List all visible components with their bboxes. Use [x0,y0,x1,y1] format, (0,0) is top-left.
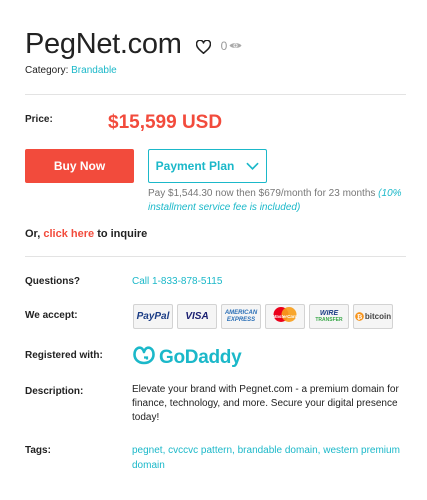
payment-plan-button[interactable]: Payment Plan [148,149,267,183]
questions-label: Questions? [25,276,81,287]
visa-text: VISA [185,311,209,322]
phone-link[interactable]: Call 1-833-878-5115 [132,276,222,287]
buy-now-button[interactable]: Buy Now [25,149,134,183]
svg-text:₿: ₿ [357,312,363,320]
inquire-link[interactable]: click here [43,228,94,240]
inquire-suffix: to inquire [97,228,148,240]
inquire-prefix: Or, [25,228,41,240]
godaddy-logo-icon [132,345,156,370]
view-count: 0 [221,39,243,53]
mastercard-text: MasterCard [272,314,298,319]
paypal-logo: PayPal [133,304,173,329]
description-label: Description: [25,386,84,397]
divider [25,256,406,257]
amex-line2: EXPRESS [226,316,256,323]
tags-list[interactable]: pegnet, cvccvc pattern, brandable domain… [132,443,407,473]
godaddy-logo: GoDaddy [132,345,242,370]
category-link[interactable]: Brandable [71,65,117,76]
divider [25,94,406,95]
plan-terms: Pay $1,544.30 now then $679/month for 23… [148,188,376,199]
mastercard-logo: MasterCard [265,304,305,329]
category-label: Category: [25,65,69,76]
price-value: $15,599 USD [108,112,223,133]
wire-transfer-logo: WIRE TRANSFER [309,304,349,329]
paypal-text: PayPal [136,311,170,322]
heart-icon[interactable] [195,38,211,54]
visa-logo: VISA [177,304,217,329]
wire-line1: WIRE [319,309,339,317]
payment-plan-label: Payment Plan [155,159,235,173]
wire-line2: TRANSFER [315,316,343,323]
amex-logo: AMERICAN EXPRESS [221,304,261,329]
description-text: Elevate your brand with Pegnet.com - a p… [132,384,399,423]
category: Category: Brandable [25,65,117,76]
chevron-down-icon [246,159,260,173]
bitcoin-text: bitcoin [364,312,392,321]
inquire-line: Or, click here to inquire [25,228,147,240]
bitcoin-icon: ₿ [355,308,364,326]
title-row: PegNet.com 0 [25,28,242,61]
price-label: Price: [25,114,53,125]
registered-label: Registered with: [25,350,103,361]
godaddy-text: GoDaddy [159,346,242,368]
payment-methods: PayPal VISA AMERICAN EXPRESS MasterCard … [133,304,393,329]
payment-plan-note: Pay $1,544.30 now then $679/month for 23… [148,187,410,215]
eye-icon [229,39,242,53]
bitcoin-logo: ₿ bitcoin [353,304,393,329]
amex-line1: AMERICAN [224,309,258,316]
view-count-value: 0 [220,38,228,53]
accept-label: We accept: [25,310,78,321]
domain-title: PegNet.com [25,28,182,60]
tags-label: Tags: [25,445,51,456]
